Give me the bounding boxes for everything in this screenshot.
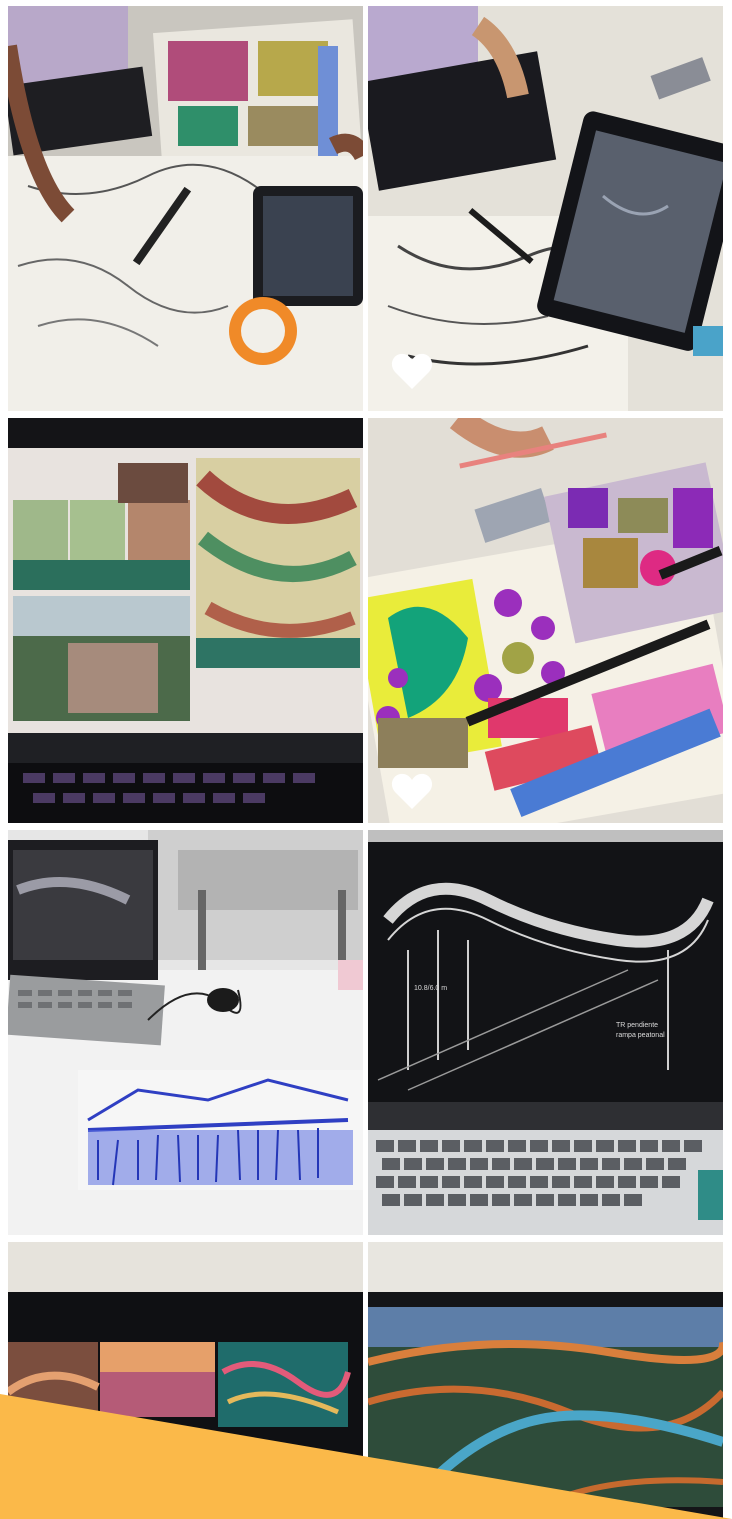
gallery-tile[interactable]: 10.8/6.0 m TR pendiente rampa peatonal [368,830,723,1235]
site-plan-image [368,418,723,823]
walkway-measure-label: 10.8/6.0 m [414,985,448,992]
sunset-renders-image [8,1242,363,1519]
gallery-tile[interactable] [8,418,363,823]
gallery-tile[interactable] [368,6,723,411]
gallery-tile[interactable] [8,6,363,411]
blue-sketch-image [8,830,363,1235]
walkway-note-line-2: rampa peatonal [616,1032,665,1039]
heart-icon [391,353,433,389]
walkway-note-line-1: TR pendiente [616,1022,659,1029]
walkway-drawing-image [368,830,723,1235]
presentation-board-image [8,418,363,823]
aerial-render-image [368,1242,723,1519]
sketch-table-image [8,6,363,411]
like-button[interactable] [390,351,434,391]
gallery-tile[interactable] [368,1242,723,1519]
heart-icon [391,773,433,809]
gallery-tile[interactable] [8,830,363,1235]
gallery-tile[interactable] [368,418,723,823]
gallery-tile[interactable] [8,1242,363,1519]
photo-grid: 10.8/6.0 m TR pendiente rampa peatonal [0,0,732,1519]
like-button[interactable] [390,771,434,811]
